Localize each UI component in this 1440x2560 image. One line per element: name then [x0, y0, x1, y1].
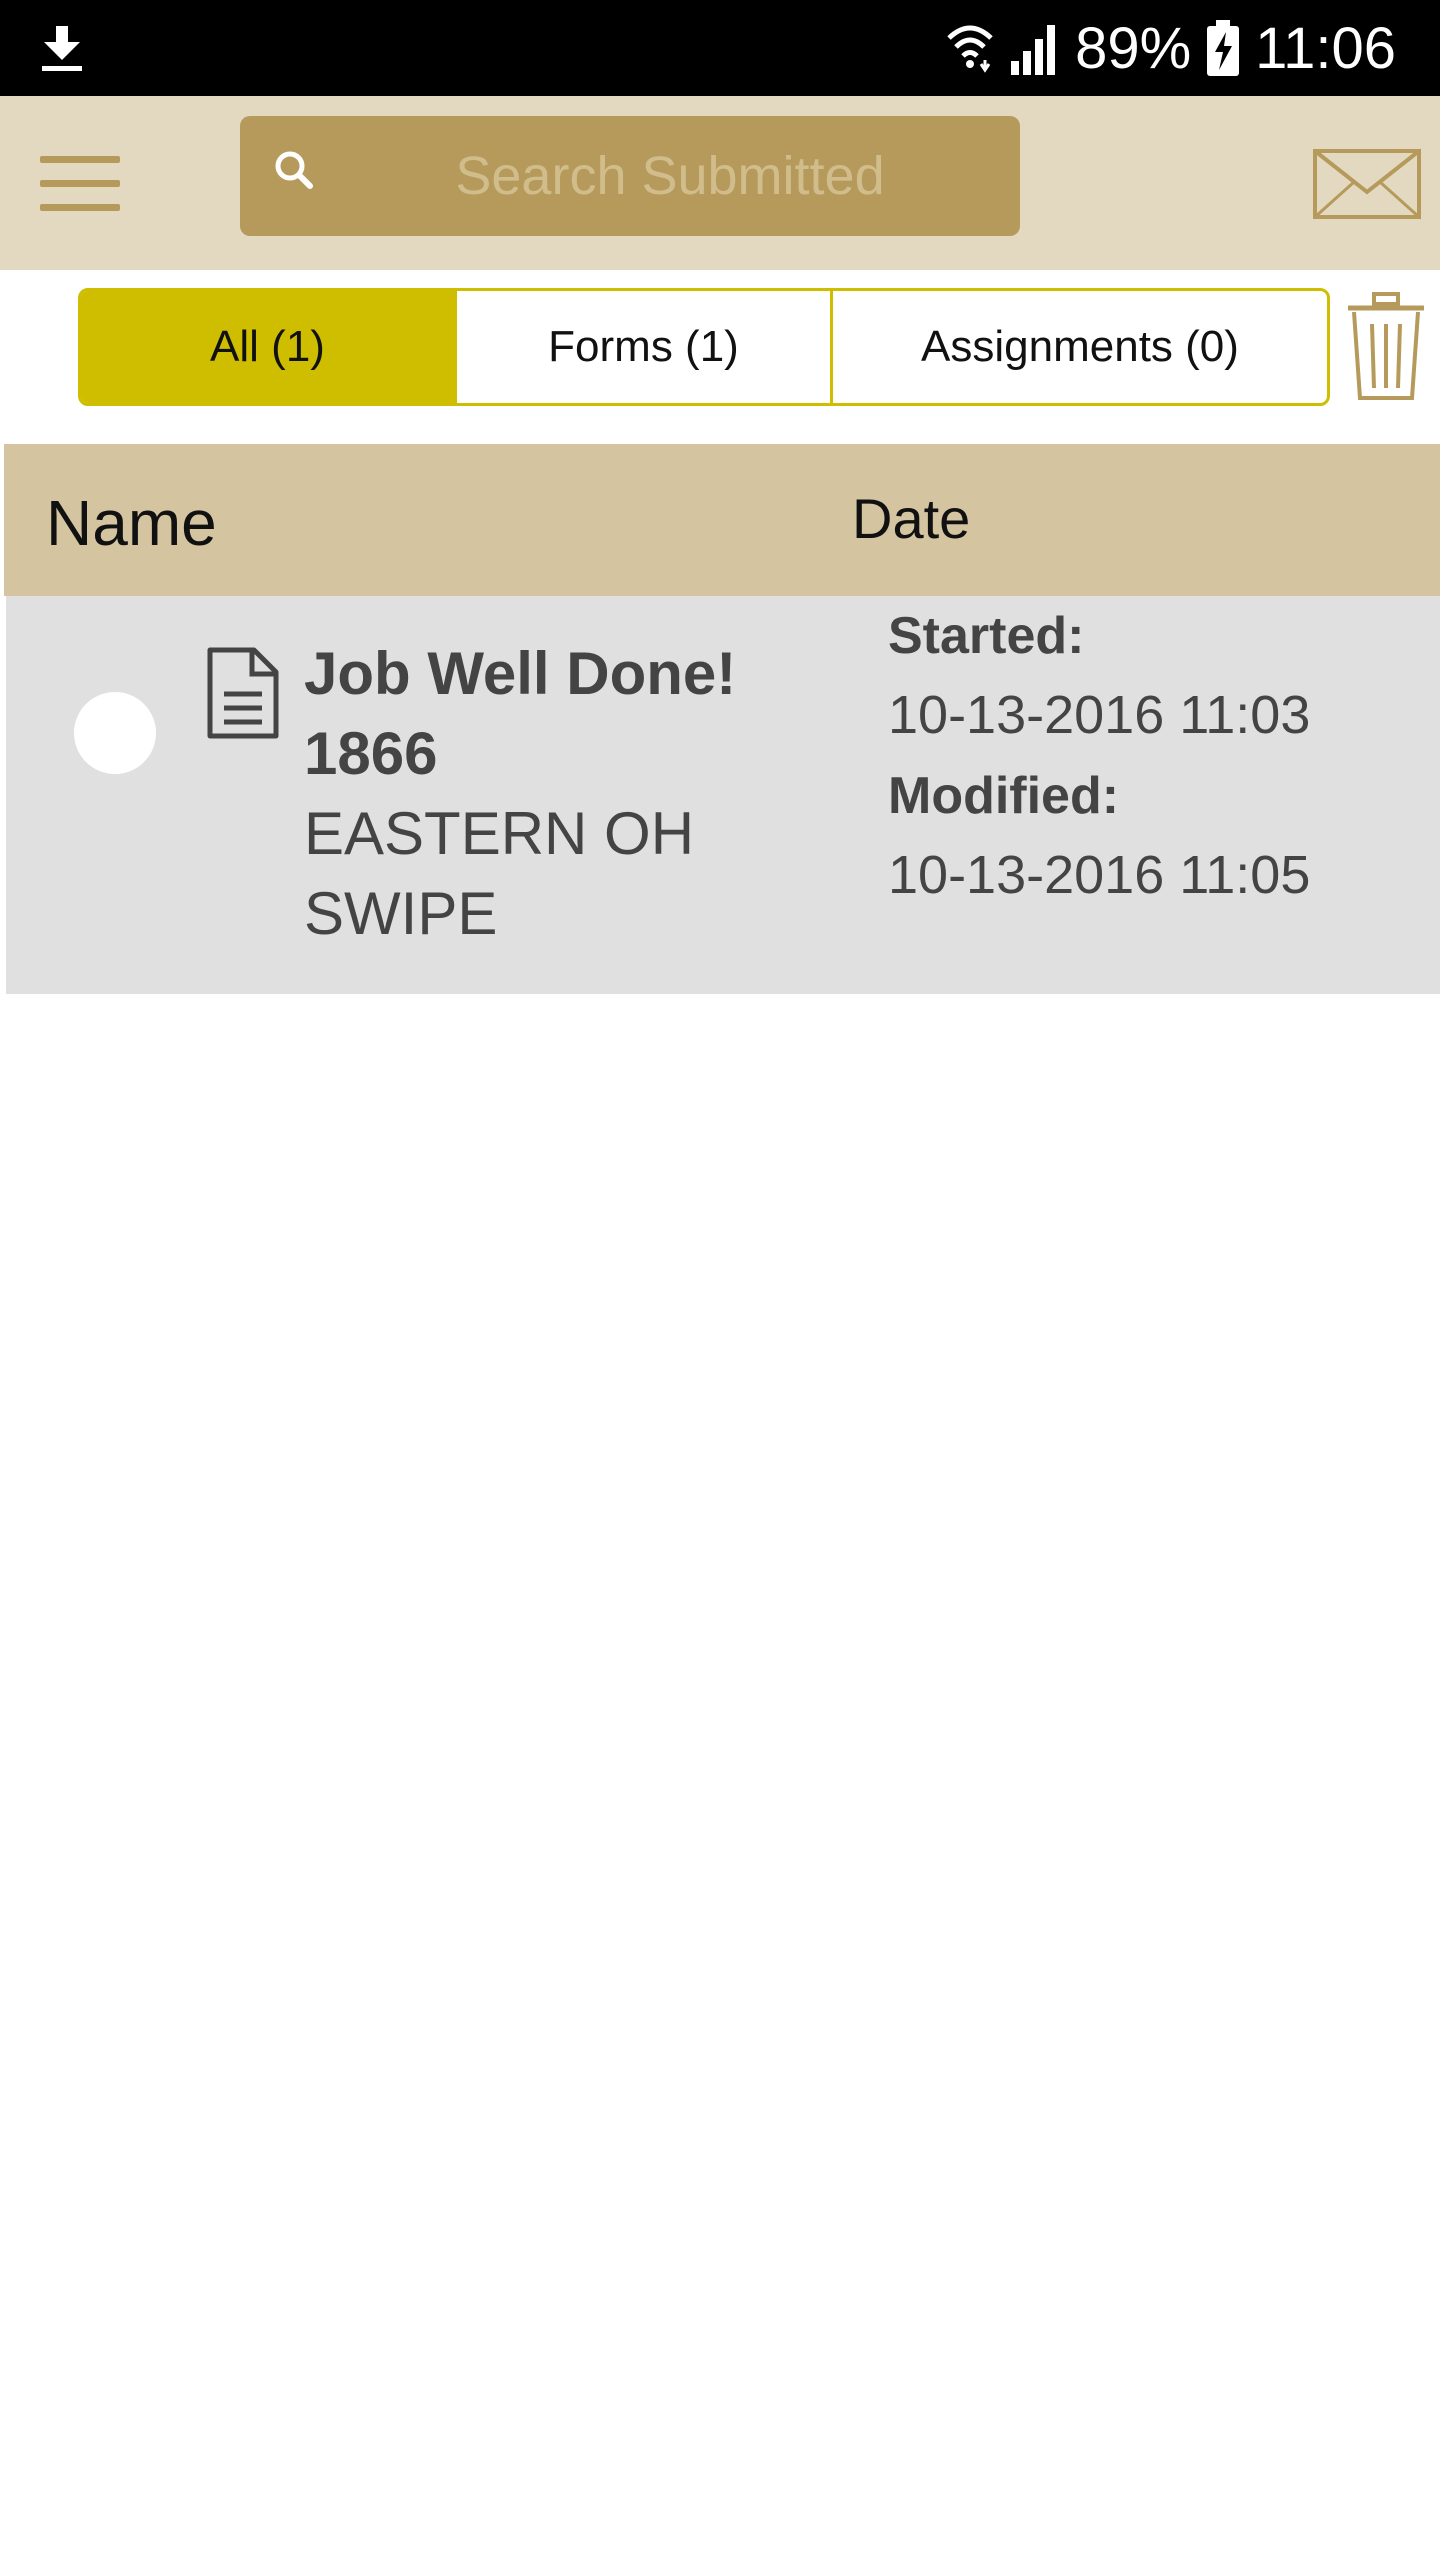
row-title: Job Well Done! 1866 [304, 634, 864, 794]
row-subtitle-line2: SWIPE [304, 880, 498, 947]
status-bar: 89% 11:06 [0, 0, 1440, 96]
tab-forms[interactable]: Forms (1) [454, 291, 830, 403]
battery-charging-icon [1207, 20, 1240, 76]
search-icon [275, 151, 313, 189]
row-select-radio[interactable] [74, 692, 156, 774]
battery-percent: 89% [1075, 15, 1192, 81]
clock: 11:06 [1255, 15, 1396, 81]
row-subtitle-line1: EASTERN OH [304, 800, 695, 867]
mail-icon[interactable] [1312, 148, 1422, 220]
tab-all[interactable]: All (1) [81, 291, 454, 403]
header-edge [0, 444, 4, 596]
row-title-line2: 1866 [304, 720, 438, 787]
search-box[interactable] [240, 116, 1020, 236]
signal-icon [1011, 25, 1056, 75]
menu-button[interactable] [36, 148, 126, 218]
modified-value: 10-13-2016 11:05 [888, 845, 1311, 905]
table-row[interactable]: Job Well Done! 1866 EASTERN OH SWIPE Sta… [6, 596, 1440, 994]
modified-label: Modified: [888, 767, 1120, 825]
wifi-icon [947, 25, 993, 73]
download-icon [42, 26, 82, 71]
tab-assignments[interactable]: Assignments (0) [830, 291, 1327, 403]
row-subtitle: EASTERN OH SWIPE [304, 794, 864, 954]
started-value: 10-13-2016 11:03 [888, 685, 1311, 745]
table-header: Name Date [0, 444, 1440, 596]
search-input[interactable] [360, 138, 980, 214]
column-header-name[interactable]: Name [46, 486, 217, 560]
app-bar [0, 96, 1440, 270]
column-header-date[interactable]: Date [852, 486, 970, 551]
started-label: Started: [888, 607, 1085, 665]
row-title-line1: Job Well Done! [304, 640, 737, 707]
filter-tabs: All (1) Forms (1) Assignments (0) [78, 288, 1330, 406]
document-icon [207, 647, 279, 739]
trash-icon[interactable] [1344, 290, 1428, 402]
